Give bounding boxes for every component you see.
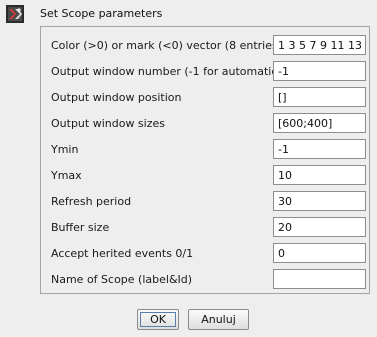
scilab-icon: [6, 5, 24, 23]
field-label-refresh-period: Refresh period: [51, 195, 132, 208]
field-label-ymax: Ymax: [51, 169, 82, 182]
window-position-input[interactable]: [273, 87, 366, 107]
window-number-input[interactable]: [273, 61, 366, 81]
ymax-input[interactable]: [273, 165, 366, 185]
buffer-size-input[interactable]: [273, 217, 366, 237]
field-label-buffer-size: Buffer size: [51, 221, 110, 234]
field-label-window-position: Output window position: [51, 91, 182, 104]
field-label-window-sizes: Output window sizes: [51, 117, 165, 130]
field-label-scope-name: Name of Scope (label&Id): [51, 273, 193, 286]
dialog-title: Set Scope parameters: [40, 7, 163, 20]
herited-events-input[interactable]: [273, 243, 366, 263]
ok-button[interactable]: OK: [137, 309, 179, 330]
scope-name-input[interactable]: [273, 269, 366, 289]
window-sizes-input[interactable]: [273, 113, 366, 133]
cancel-button[interactable]: Anuluj: [188, 309, 249, 330]
field-label-herited-events: Accept herited events 0/1: [51, 247, 194, 260]
field-label-window-number: Output window number (-1 for automatic): [51, 65, 282, 78]
field-label-color-vector: Color (>0) or mark (<0) vector (8 entrie…: [51, 39, 282, 52]
refresh-period-input[interactable]: [273, 191, 366, 211]
parameters-panel: Color (>0) or mark (<0) vector (8 entrie…: [40, 26, 370, 294]
ymin-input[interactable]: [273, 139, 366, 159]
color-vector-input[interactable]: [273, 35, 366, 55]
field-label-ymin: Ymin: [51, 143, 79, 156]
